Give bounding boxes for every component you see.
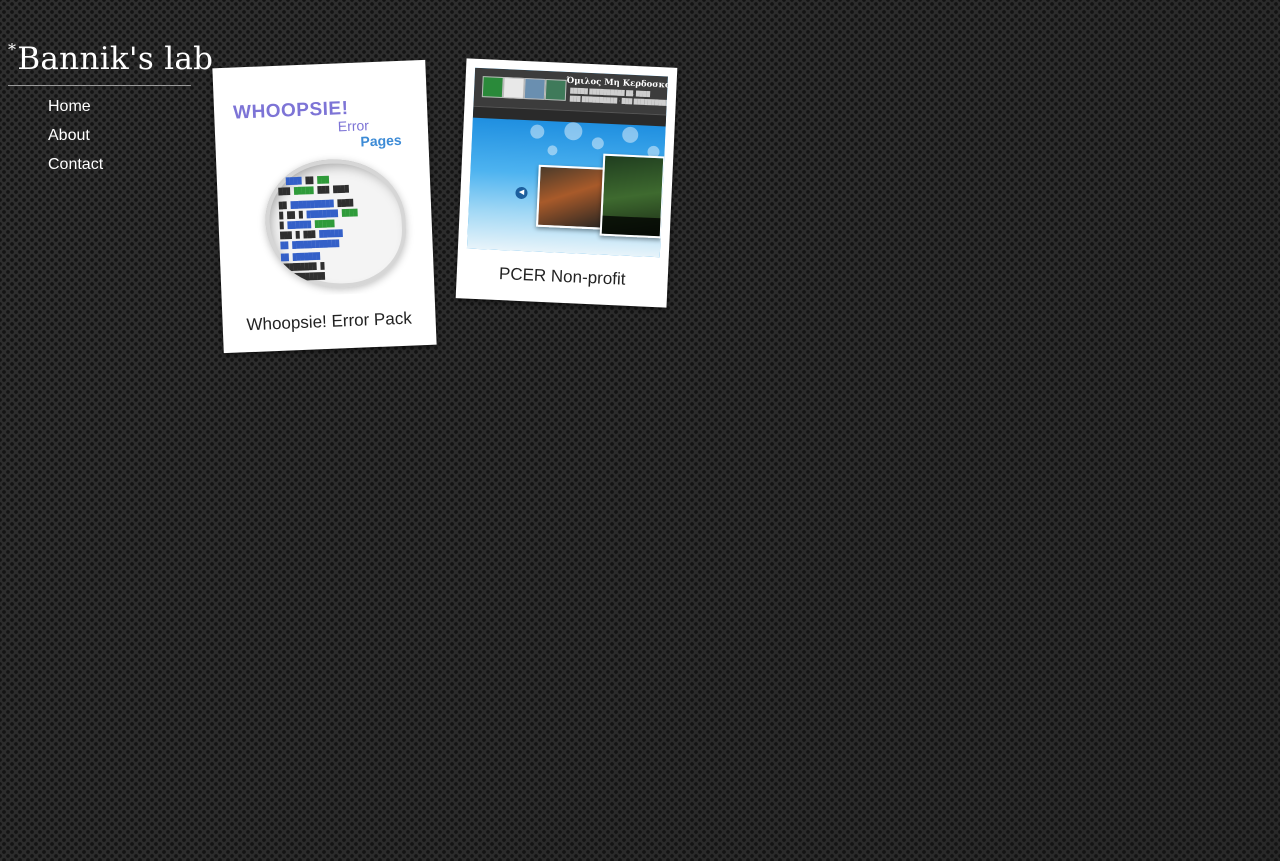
logo-tree-icon <box>481 76 504 99</box>
torn-paper-hole-graphic: ████ ██ ███ ███ █████ ███ ████ ██ ██████… <box>263 156 409 291</box>
bokeh-dot <box>621 126 639 144</box>
code-line-graphic: █ ██████ █████ <box>279 219 335 230</box>
logo-badge-icon <box>502 77 525 99</box>
bokeh-dot <box>529 124 545 139</box>
title-asterisk: * <box>8 40 17 59</box>
title-divider <box>8 85 191 86</box>
code-line-graphic: ███ █████ ███ ████ <box>278 185 349 196</box>
bokeh-dot <box>591 137 605 150</box>
code-line-graphic: ██ ███████████ ████ <box>278 198 354 210</box>
site-header-graphic: Όμιλος Μη Κερδοσκοπικ █████ ██████████ █… <box>472 67 668 128</box>
code-line-graphic: █████████ <box>289 272 326 282</box>
slide-caption-graphic <box>601 215 661 237</box>
code-line-graphic: ████ ██ ███ <box>285 175 330 186</box>
site-title[interactable]: *Bannik's lab <box>8 28 213 81</box>
whoopsie-thumbnail[interactable]: WHOOPSIE! Error Pages ████ ██ ███ ███ ██… <box>223 71 424 299</box>
thumbnail-error-text: Error <box>337 117 370 135</box>
site-header: *Bannik's lab <box>8 28 213 86</box>
code-line-graphic: █████████ █ <box>281 262 325 272</box>
portfolio-card-pcer[interactable]: Όμιλος Μη Κερδοσκοπικ █████ ██████████ █… <box>455 58 678 308</box>
site-title-text: Bannik's lab <box>17 41 214 77</box>
main-nav: Home About Contact <box>48 96 103 183</box>
bokeh-dot <box>547 145 558 156</box>
pcer-thumbnail[interactable]: Όμιλος Μη Κερδοσκοπικ █████ ██████████ █… <box>466 67 668 258</box>
slide-photo-forest <box>599 153 666 239</box>
code-line-graphic: █ ██ █ ████████ ████ <box>279 208 358 220</box>
code-line-graphic: ███ █ ███ ██████ <box>279 229 343 240</box>
code-line-graphic: ██ ███████ <box>280 252 321 262</box>
nav-item-contact: Contact <box>48 154 103 183</box>
code-line-graphic: ██ ████████████ <box>280 239 340 250</box>
logo-landscape-icon <box>523 77 546 100</box>
nav-link-contact[interactable]: Contact <box>48 154 103 175</box>
nav-item-about: About <box>48 125 103 154</box>
bokeh-dot <box>563 121 583 141</box>
thumbnail-pages-text: Pages <box>360 131 402 150</box>
logo-forest-icon <box>544 78 567 101</box>
nav-link-home[interactable]: Home <box>48 96 91 117</box>
nav-link-about[interactable]: About <box>48 125 90 146</box>
card-caption[interactable]: Whoopsie! Error Pack <box>222 308 436 337</box>
slide-photo-fire <box>535 164 607 230</box>
card-caption[interactable]: PCER Non-profit <box>456 262 668 292</box>
thumbnail-title-text: WHOOPSIE! <box>232 97 349 124</box>
nav-item-home: Home <box>48 96 103 125</box>
portfolio-card-whoopsie[interactable]: WHOOPSIE! Error Pages ████ ██ ███ ███ ██… <box>212 59 437 354</box>
phone-line-graphic: ███ ██████████ · ███ ██████████ <box>569 96 668 107</box>
